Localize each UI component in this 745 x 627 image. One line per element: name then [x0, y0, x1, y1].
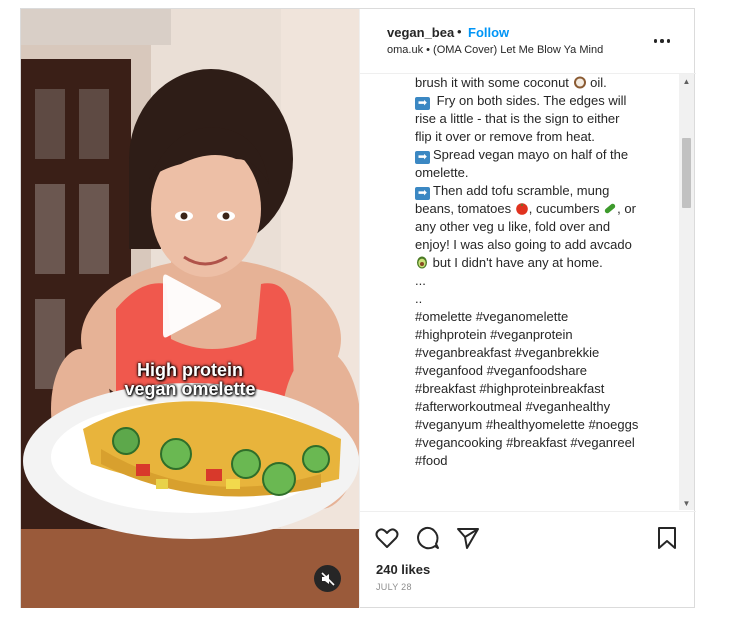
caption-scroll-area[interactable]: brush it with some coconut oil. ➡ Fry on … — [360, 74, 696, 510]
likes-count[interactable]: 240 likes — [376, 562, 430, 577]
caption-line: .. — [415, 290, 665, 308]
more-options-button[interactable] — [650, 31, 674, 51]
caption-line: ... — [415, 272, 665, 290]
caption-scrollbar[interactable]: ▲ ▼ — [679, 74, 694, 510]
caption-text: brush it with some coconut oil. ➡ Fry on … — [415, 74, 665, 470]
caption-line: enjoy! I was also going to add avcado — [415, 236, 665, 254]
caption-text-fragment: beans, tomatoes — [415, 201, 515, 216]
separator-dot: • — [457, 24, 462, 39]
tomato-emoji — [515, 202, 529, 215]
right-arrow-emoji-icon: ➡ — [415, 187, 430, 200]
caption-text-fragment: enjoy! I was also going to add avcado — [415, 237, 632, 252]
caption-line: rise a little - that is the sign to eith… — [415, 110, 665, 128]
caption-text-fragment: .. — [415, 291, 423, 306]
scrollbar-thumb[interactable] — [682, 138, 691, 208]
hashtag-line[interactable]: #afterworkoutmeal #veganhealthy — [415, 398, 665, 416]
video-overlay-text: High protein vegan omelette — [124, 360, 256, 399]
coconut-emoji — [573, 76, 587, 89]
caption-text-fragment: Fry on both sides. The edges will — [433, 93, 627, 108]
share-icon[interactable] — [455, 525, 481, 551]
hashtag-line[interactable]: #veganfood #veganfoodshare — [415, 362, 665, 380]
post-date: JULY 28 — [376, 582, 412, 592]
more-dot-icon — [653, 39, 658, 43]
caption-line: omelette. — [415, 164, 665, 182]
caption-text-fragment: Then add tofu scramble, mung — [433, 183, 610, 198]
caption-text-fragment: ... — [415, 273, 426, 288]
bookmark-icon[interactable] — [654, 525, 680, 551]
follow-button[interactable]: Follow — [468, 25, 509, 40]
caption-text-fragment: omelette. — [415, 165, 469, 180]
right-arrow-emoji-icon: ➡ — [415, 97, 430, 110]
caption-line: beans, tomatoes , cucumbers , or — [415, 200, 665, 218]
caption-line: ➡ Then add tofu scramble, mung — [415, 182, 665, 200]
reel-video[interactable]: High protein vegan omelette — [21, 9, 359, 608]
more-dot-icon — [660, 39, 664, 43]
caption-text-fragment: Spread vegan mayo on half of the — [433, 147, 629, 162]
hashtag-line[interactable]: #vegancooking #breakfast #veganreel — [415, 434, 665, 452]
caption-line: any other veg u like, fold over and — [415, 218, 665, 236]
scroll-up-arrow-icon[interactable]: ▲ — [679, 74, 694, 88]
heart-icon[interactable] — [374, 525, 400, 551]
caption-line: flip it over or remove from heat. — [415, 128, 665, 146]
audio-attribution[interactable]: oma.uk • (OMA Cover) Let Me Blow Ya Mind — [387, 44, 603, 56]
hashtag-line[interactable]: #highprotein #veganprotein — [415, 326, 665, 344]
hashtag-line[interactable]: #veganyum #healthyomelette #noeggs — [415, 416, 665, 434]
caption-text-fragment: any other veg u like, fold over and — [415, 219, 611, 234]
username-link[interactable]: vegan_bea — [387, 25, 454, 40]
post-header: vegan_bea • Follow oma.uk • (OMA Cover) … — [360, 9, 696, 74]
caption-text-fragment: brush it with some coconut — [415, 75, 573, 90]
post-actions: 240 likes JULY 28 — [360, 511, 696, 609]
avocado-emoji — [415, 256, 429, 269]
mute-button[interactable] — [314, 565, 341, 592]
cucumber-emoji — [603, 202, 617, 215]
caption-text-fragment: rise a little - that is the sign to eith… — [415, 111, 620, 126]
scroll-down-arrow-icon[interactable]: ▼ — [679, 496, 694, 510]
play-icon[interactable] — [161, 271, 225, 341]
hashtag-line[interactable]: #veganbreakfast #veganbrekkie — [415, 344, 665, 362]
caption-line: ➡ Spread vegan mayo on half of the — [415, 146, 665, 164]
hashtag-line[interactable]: #food — [415, 452, 665, 470]
hashtag-line[interactable]: #breakfast #highproteinbreakfast — [415, 380, 665, 398]
caption-line: but I didn't have any at home. — [415, 254, 665, 272]
caption-text-fragment: oil. — [586, 75, 607, 90]
caption-line: ➡ Fry on both sides. The edges will — [415, 92, 665, 110]
caption-text-fragment: flip it over or remove from heat. — [415, 129, 595, 144]
right-arrow-emoji-icon: ➡ — [415, 151, 430, 164]
instagram-post: High protein vegan omelette vegan_bea • … — [20, 8, 696, 608]
caption-line: brush it with some coconut oil. — [415, 74, 665, 92]
volume-muted-icon — [320, 571, 335, 586]
more-dot-icon — [666, 39, 671, 43]
caption-text-fragment: , cucumbers — [528, 201, 604, 216]
hashtag-line[interactable]: #omelette #veganomelette — [415, 308, 665, 326]
comment-icon[interactable] — [415, 525, 441, 551]
caption-text-fragment: , or — [617, 201, 636, 216]
post-side-panel: vegan_bea • Follow oma.uk • (OMA Cover) … — [359, 9, 696, 608]
caption-text-fragment: but I didn't have any at home. — [429, 255, 603, 270]
